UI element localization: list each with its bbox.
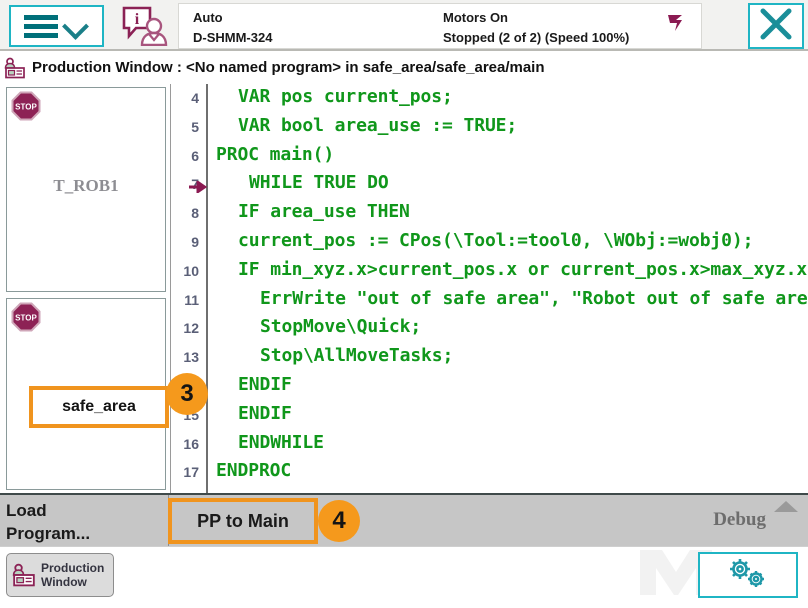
task-panel-t-rob1[interactable]: STOP T_ROB1 <box>6 87 166 292</box>
chevron-down-icon <box>63 13 89 39</box>
code-line-list: 4 VAR pos current_pos; 5 VAR bool area_use … <box>171 84 808 487</box>
main-content: STOP T_ROB1 STOP safe_area 4 VAR pos curr… <box>0 84 808 493</box>
pp-to-main-label: PP to Main <box>197 510 289 531</box>
taskbar-item-production-window[interactable]: Production Window <box>6 553 114 597</box>
code-text: StopMove\Quick; <box>260 316 422 338</box>
load-program-label-line2: Program... <box>6 524 91 543</box>
status-panel[interactable]: Auto D-SHMM-324 Motors On Stopped (2 of … <box>178 3 702 49</box>
line-number: 17 <box>183 464 199 481</box>
task-name-label: safe_area <box>62 398 136 415</box>
line-number: 6 <box>191 147 199 164</box>
line-number: 16 <box>183 435 199 452</box>
quickset-button[interactable] <box>698 552 798 598</box>
svg-text:i: i <box>135 11 140 28</box>
code-text: IF min_xyz.x>current_pos.x or current_po… <box>238 258 808 280</box>
taskbar-item-label-line2: Window <box>41 575 87 589</box>
code-line[interactable]: 4 VAR pos current_pos; <box>171 84 808 113</box>
taskbar-item-label: Production Window <box>41 561 104 589</box>
stop-icon: STOP <box>11 302 41 332</box>
operator-info-icon[interactable]: i <box>120 6 168 47</box>
code-text: ENDIF <box>238 402 292 424</box>
code-line[interactable]: 9 current_pos := CPos(\Tool:=tool0, \WObj… <box>171 228 808 257</box>
code-line[interactable]: 5 VAR bool area_use := TRUE; <box>171 113 808 142</box>
window-title-bar: Production Window : <No named program> i… <box>0 51 808 84</box>
status-controller-name: D-SHMM-324 <box>193 30 273 45</box>
line-number: 11 <box>184 291 199 308</box>
line-number: 8 <box>191 205 199 222</box>
load-program-label-line1: Load <box>6 501 47 520</box>
task-panel-column: STOP T_ROB1 STOP safe_area <box>2 86 169 491</box>
status-operating-mode: Auto <box>193 10 223 25</box>
stop-icon: STOP <box>11 91 41 121</box>
program-pointer-arrow-icon <box>189 180 208 195</box>
top-status-bar: i Auto D-SHMM-324 Motors On Stopped (2 o… <box>0 0 808 51</box>
taskbar: Production Window <box>0 546 808 604</box>
caret-up-icon[interactable] <box>774 501 798 512</box>
code-text: VAR pos current_pos; <box>238 86 453 107</box>
line-number: 5 <box>191 118 199 135</box>
line-number: 12 <box>183 320 199 337</box>
code-text: IF area_use THEN <box>238 201 410 223</box>
page-title: Production Window : <No named program> i… <box>32 59 545 76</box>
code-text: ENDWHILE <box>238 431 324 453</box>
pp-to-main-button[interactable]: PP to Main <box>168 498 318 544</box>
code-text: WHILE TRUE DO <box>249 172 389 194</box>
code-text: ErrWrite "out of safe area", "Robot out … <box>260 287 808 309</box>
debug-menu-button[interactable]: Debug <box>713 509 766 531</box>
code-line[interactable]: 10 IF min_xyz.x>current_pos.x or current_… <box>171 257 808 286</box>
code-line[interactable]: 12 StopMove\Quick; <box>171 314 808 343</box>
svg-text:STOP: STOP <box>15 103 37 112</box>
task-panel-safe-area[interactable]: STOP safe_area <box>6 298 169 490</box>
callout-badge-4: 4 <box>318 500 360 542</box>
gears-icon <box>721 556 775 595</box>
production-window-icon <box>12 563 36 587</box>
code-line[interactable]: 15 ENDIF <box>171 401 808 430</box>
production-window-icon <box>4 57 26 79</box>
status-execution: Stopped (2 of 2) (Speed 100%) <box>443 30 630 45</box>
main-menu-button[interactable] <box>9 5 104 47</box>
line-number: 10 <box>183 262 199 279</box>
taskbar-item-label-line1: Production <box>41 561 105 575</box>
line-number: 4 <box>191 90 199 106</box>
code-text: VAR bool area_use := TRUE; <box>238 114 518 136</box>
close-icon <box>758 6 794 47</box>
speed-indicator-icon <box>665 12 685 34</box>
callout-badge-3: 3 <box>166 373 208 415</box>
load-program-button[interactable]: Load Program... <box>6 497 166 547</box>
code-text: ENDPROC <box>216 460 292 482</box>
hamburger-icon <box>24 11 58 42</box>
close-button[interactable] <box>748 3 804 49</box>
status-motors: Motors On <box>443 10 508 25</box>
code-editor[interactable]: 4 VAR pos current_pos; 5 VAR bool area_use … <box>170 84 808 493</box>
code-line[interactable]: 7 WHILE TRUE DO <box>171 170 808 199</box>
svg-text:STOP: STOP <box>15 314 37 323</box>
code-line[interactable]: 6 PROC main() <box>171 142 808 171</box>
code-line[interactable]: 17 ENDPROC <box>171 458 808 487</box>
line-number: 9 <box>191 233 199 250</box>
code-text: PROC main() <box>216 143 335 165</box>
task-name-label: T_ROB1 <box>53 176 119 195</box>
bottom-toolbar: Load Program... PP to Main Debug <box>0 493 808 548</box>
code-text: ENDIF <box>238 373 292 395</box>
code-line[interactable]: 16 ENDWHILE <box>171 430 808 459</box>
code-text: Stop\AllMoveTasks; <box>260 345 454 367</box>
line-number: 13 <box>183 349 199 366</box>
code-line[interactable]: 13 Stop\AllMoveTasks; <box>171 343 808 372</box>
code-text: current_pos := CPos(\Tool:=tool0, \WObj:… <box>238 229 754 251</box>
task-name-highlight-safe-area[interactable]: safe_area <box>29 386 169 428</box>
code-line[interactable]: 14ENDIF <box>171 372 808 401</box>
code-line[interactable]: 11 ErrWrite "out of safe area", "Robot ou… <box>171 286 808 315</box>
code-line[interactable]: 8 IF area_use THEN <box>171 199 808 228</box>
